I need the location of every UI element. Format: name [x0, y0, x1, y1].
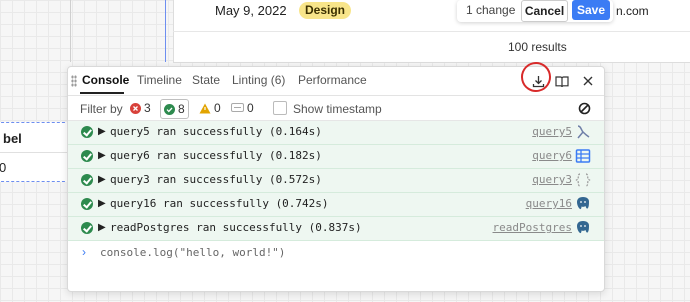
- query-link[interactable]: query16: [526, 197, 572, 210]
- drag-handle-icon[interactable]: [71, 75, 77, 87]
- log-entry[interactable]: ▶ query3 ran successfully (0.572s) query…: [68, 169, 604, 193]
- widget-divider: [0, 152, 69, 153]
- active-tab-indicator: [80, 92, 124, 94]
- console-filter-bar: Filter by 3 8 0 0 Show timestamp: [68, 96, 604, 121]
- console-input[interactable]: console.log("hello, world!"): [100, 246, 285, 259]
- save-button[interactable]: Save: [572, 0, 610, 20]
- postgres-icon: [577, 197, 589, 210]
- tab-state[interactable]: State: [192, 73, 220, 87]
- query-link[interactable]: query5: [532, 125, 572, 138]
- column-guide: [70, 0, 71, 62]
- success-icon: [81, 126, 93, 138]
- tab-console[interactable]: Console: [82, 73, 129, 87]
- console-tab-bar: Console Timeline State Linting (6) Perfo…: [68, 67, 604, 96]
- expand-arrow-icon[interactable]: ▶: [98, 222, 106, 233]
- pending-changes-bar: 1 change Cancel Save: [457, 0, 613, 22]
- debug-console-panel: Console Timeline State Linting (6) Perfo…: [67, 66, 605, 292]
- warnings-count: 0: [214, 101, 221, 115]
- info-count: 0: [247, 101, 254, 115]
- log-entry[interactable]: ▶ query16 ran successfully (0.742s) quer…: [68, 193, 604, 217]
- tab-timeline[interactable]: Timeline: [137, 73, 182, 87]
- log-message: query5 ran successfully (0.164s): [110, 125, 322, 138]
- widget-value: 0: [0, 160, 7, 175]
- query-link[interactable]: query3: [532, 173, 572, 186]
- query-link[interactable]: readPostgres: [493, 221, 572, 234]
- table-cell-tag: Design: [299, 2, 352, 19]
- log-entry[interactable]: ▶ query6 ran successfully (0.182s) query…: [68, 145, 604, 169]
- filter-warnings[interactable]: 0: [196, 99, 224, 117]
- log-entry[interactable]: ▶ query5 ran successfully (0.164s) query…: [68, 121, 604, 145]
- filter-errors[interactable]: 3: [127, 99, 154, 117]
- table-icon: [575, 149, 591, 163]
- warning-icon: [199, 103, 211, 113]
- table-results-count: 100 results: [508, 40, 567, 54]
- prompt-chevron-icon: ›: [82, 245, 86, 259]
- info-message-icon: [231, 102, 244, 112]
- close-icon[interactable]: [580, 73, 596, 89]
- expand-arrow-icon[interactable]: ▶: [98, 150, 106, 161]
- filter-info[interactable]: 0: [228, 99, 257, 117]
- expand-arrow-icon[interactable]: ▶: [98, 174, 106, 185]
- rest-api-icon: [577, 125, 590, 139]
- cancel-button[interactable]: Cancel: [521, 0, 568, 22]
- log-message: query3 ran successfully (0.572s): [110, 173, 322, 186]
- show-timestamp-label: Show timestamp: [293, 102, 382, 116]
- table-cell-date: May 9, 2022: [215, 3, 287, 18]
- success-count: 8: [178, 102, 185, 116]
- widget-header: bel: [3, 131, 22, 146]
- filter-label: Filter by: [80, 102, 123, 116]
- success-icon: [81, 222, 93, 234]
- errors-count: 3: [144, 101, 151, 115]
- query-link[interactable]: query6: [532, 149, 572, 162]
- log-message: query16 ran successfully (0.742s): [110, 197, 329, 210]
- console-log-list: ▶ query5 ran successfully (0.164s) query…: [68, 121, 604, 241]
- table-cell-email: n.com: [616, 4, 649, 18]
- log-message: query6 ran successfully (0.182s): [110, 149, 322, 162]
- download-icon[interactable]: [530, 73, 546, 89]
- clear-console-icon[interactable]: [576, 100, 592, 116]
- log-message: readPostgres ran successfully (0.837s): [110, 221, 362, 234]
- pending-changes-text: 1 change: [466, 3, 516, 17]
- expand-arrow-icon[interactable]: ▶: [98, 126, 106, 137]
- selection-guide: [165, 0, 166, 62]
- log-entry[interactable]: ▶ readPostgres ran successfully (0.837s)…: [68, 217, 604, 241]
- success-icon: [81, 198, 93, 210]
- selected-widget[interactable]: bel 0: [0, 122, 70, 182]
- tab-linting[interactable]: Linting (6): [232, 73, 285, 87]
- success-icon: [81, 174, 93, 186]
- success-icon: [164, 103, 175, 115]
- postgres-icon: [577, 221, 589, 234]
- docs-book-icon[interactable]: [554, 73, 570, 89]
- tab-performance[interactable]: Performance: [298, 73, 367, 87]
- error-icon: [130, 102, 141, 114]
- javascript-icon: [575, 173, 591, 187]
- success-icon: [81, 150, 93, 162]
- expand-arrow-icon[interactable]: ▶: [98, 198, 106, 209]
- filter-success[interactable]: 8: [160, 99, 189, 119]
- show-timestamp-checkbox[interactable]: [273, 101, 287, 115]
- table-row-divider: [173, 31, 690, 32]
